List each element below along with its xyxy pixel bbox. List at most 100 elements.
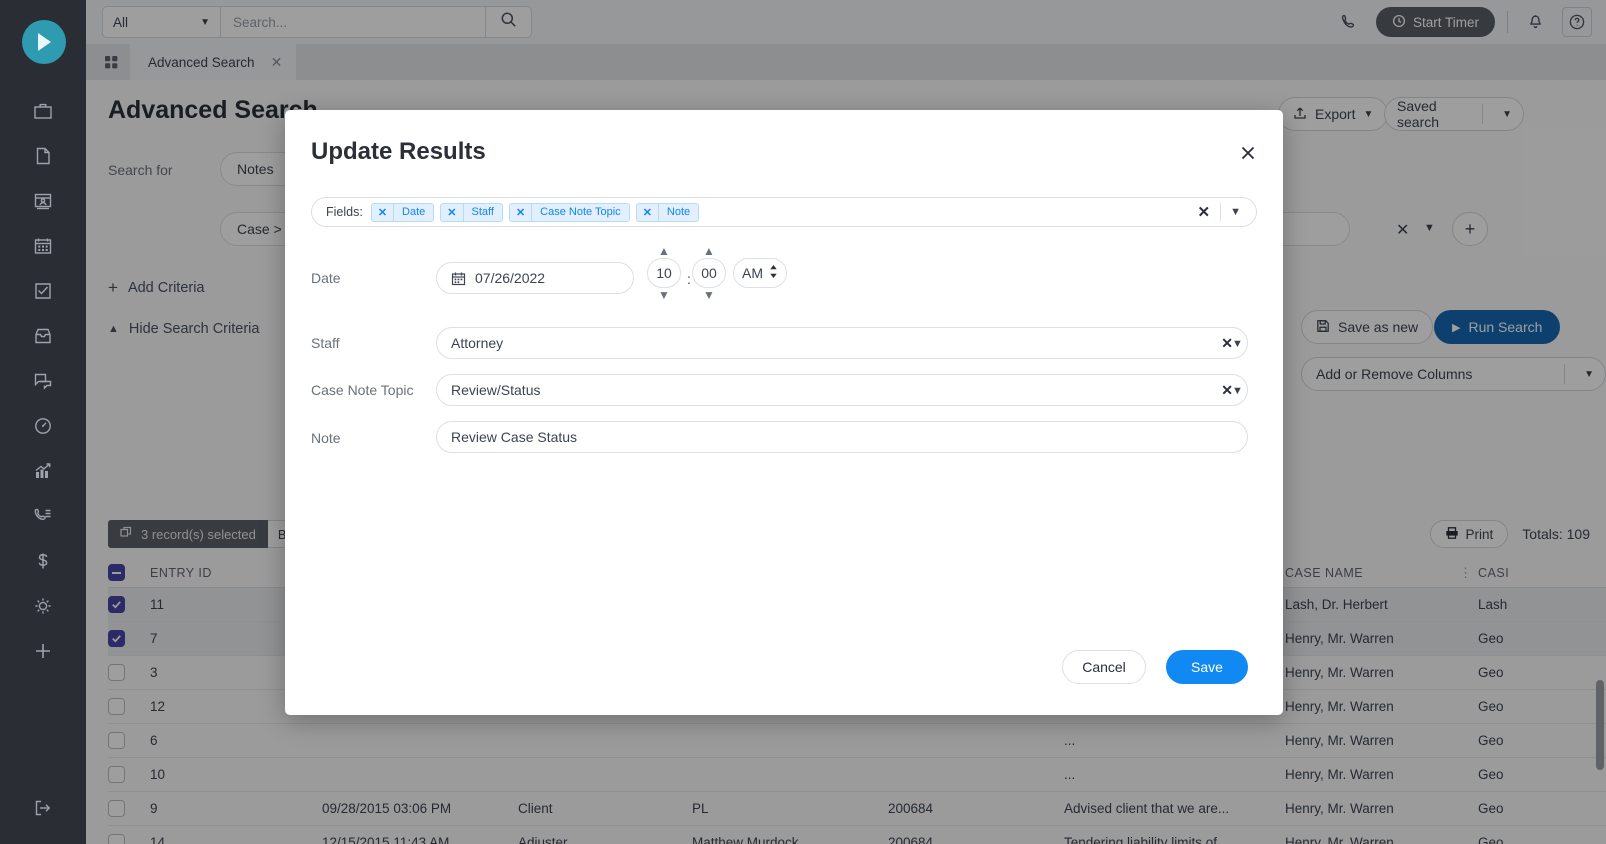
close-icon[interactable]: ✕ xyxy=(510,203,533,221)
field-chip[interactable]: ✕ Staff xyxy=(440,202,503,222)
plus-icon: + xyxy=(1464,218,1476,239)
field-chip[interactable]: ✕ Date xyxy=(370,202,435,222)
row-checkbox[interactable] xyxy=(108,766,125,783)
phone-icon[interactable] xyxy=(1334,7,1364,37)
column-header-casi[interactable]: CASI xyxy=(1478,566,1598,580)
grid-apps-icon[interactable] xyxy=(92,44,130,80)
fields-label: Fields: xyxy=(326,205,363,219)
sidebar-item-inbox[interactable] xyxy=(0,313,86,358)
cancel-button[interactable]: Cancel xyxy=(1062,650,1146,684)
column-menu-icon[interactable]: ⋮ xyxy=(1453,565,1478,581)
save-as-new-label: Save as new xyxy=(1338,319,1419,335)
save-as-new-button[interactable]: Save as new xyxy=(1301,310,1434,344)
hour-stepper[interactable]: ▲ 10 ▼ xyxy=(647,244,681,302)
add-remove-columns-button[interactable]: Add or Remove Columns ▼ xyxy=(1301,357,1606,391)
cell-entry-id: 14 xyxy=(150,835,166,844)
modal-title: Update Results xyxy=(311,138,486,165)
row-checkbox[interactable] xyxy=(108,800,125,817)
global-search: All ▼ xyxy=(102,6,532,38)
hide-search-criteria-button[interactable]: ▲ Hide Search Criteria xyxy=(108,321,259,337)
fields-clear-icon[interactable]: ✕ xyxy=(1188,203,1221,221)
search-button[interactable] xyxy=(485,7,531,37)
fields-selector[interactable]: Fields: ✕ Date ✕ Staff ✕ Case Note Topic ✕ Note… xyxy=(311,197,1257,227)
cell-case-name: Lash, Dr. Herbert xyxy=(1285,597,1388,612)
staff-select[interactable]: Attorney ✕ xyxy=(436,327,1248,359)
save-button[interactable]: Save xyxy=(1166,650,1248,684)
sidebar-item-tasks[interactable] xyxy=(0,268,86,313)
column-header-case-name[interactable]: CASE NAME xyxy=(1285,566,1453,580)
sidebar-item-dashboard[interactable] xyxy=(0,403,86,448)
close-icon[interactable] xyxy=(1235,140,1261,166)
chevron-down-icon[interactable]: ▼ xyxy=(692,288,726,302)
row-checkbox[interactable] xyxy=(108,596,125,613)
field-chip[interactable]: ✕ Case Note Topic xyxy=(508,202,630,222)
sidebar-item-cases[interactable] xyxy=(0,88,86,133)
case-note-topic-select[interactable]: Review/Status ✕ xyxy=(436,374,1248,406)
logout-icon[interactable] xyxy=(0,788,86,828)
table-scrollbar[interactable] xyxy=(1596,680,1604,770)
chevron-down-icon[interactable]: ▼ xyxy=(1232,385,1243,397)
date-label: Date xyxy=(311,270,341,286)
table-row[interactable]: 14 12/15/2015 11:43 AM Adjuster Matthew Mur… xyxy=(108,826,1606,844)
saved-search-button[interactable]: Saved search ▼ xyxy=(1384,97,1524,131)
cell-casi: Geo xyxy=(1478,631,1504,646)
export-button[interactable]: Export ▼ xyxy=(1278,97,1389,131)
chevron-down-icon[interactable]: ▼ xyxy=(1232,338,1243,350)
chevron-down-icon[interactable]: ▼ xyxy=(647,288,681,302)
table-row[interactable]: 6...⋮Henry, Mr. Warren⋮Geo xyxy=(108,724,1606,758)
note-input[interactable]: Review Case Status xyxy=(436,421,1248,453)
row-checkbox[interactable] xyxy=(108,698,125,715)
date-input[interactable]: 07/26/2022 xyxy=(436,262,634,294)
select-all-checkbox-cell xyxy=(108,564,150,581)
run-search-button[interactable]: ▶ Run Search xyxy=(1434,310,1561,344)
row-checkbox[interactable] xyxy=(108,732,125,749)
sidebar-item-contacts[interactable] xyxy=(0,178,86,223)
close-icon[interactable]: ✕ xyxy=(271,54,283,71)
cell-casi: Geo xyxy=(1478,733,1504,748)
app-logo[interactable] xyxy=(22,20,66,64)
search-input[interactable] xyxy=(221,7,485,37)
help-circle-icon[interactable] xyxy=(1562,7,1592,37)
minute-value[interactable]: 00 xyxy=(692,258,726,288)
field-chip[interactable]: ✕ Note xyxy=(635,202,700,222)
tab-label: Advanced Search xyxy=(148,54,255,70)
sidebar-item-reports[interactable] xyxy=(0,448,86,493)
search-scope-select[interactable]: All ▼ xyxy=(103,7,221,37)
note-label: Note xyxy=(311,430,341,446)
sidebar-item-documents[interactable] xyxy=(0,133,86,178)
sidebar-item-messages[interactable] xyxy=(0,358,86,403)
sidebar-item-calls[interactable] xyxy=(0,493,86,538)
start-timer-button[interactable]: Start Timer xyxy=(1375,7,1495,37)
close-icon[interactable]: ✕ xyxy=(441,203,464,221)
add-criteria-plus-button[interactable]: + xyxy=(1452,212,1488,246)
chevron-up-icon[interactable]: ▲ xyxy=(692,244,726,258)
add-criteria-button[interactable]: + Add Criteria xyxy=(108,278,205,298)
bell-icon[interactable] xyxy=(1520,7,1550,37)
cell-staff-name: Matthew Murdock xyxy=(692,835,799,844)
select-all-checkbox[interactable] xyxy=(108,564,125,581)
table-row[interactable]: 9 09/28/2015 03:06 PM Client PL 200684 Advise… xyxy=(108,792,1606,826)
chevron-up-icon[interactable]: ▲ xyxy=(647,244,681,258)
table-row[interactable]: 10...⋮Henry, Mr. Warren⋮Geo xyxy=(108,758,1606,792)
close-icon[interactable]: ✕ xyxy=(372,203,395,221)
note-value: Review Case Status xyxy=(451,429,578,445)
row-checkbox-cell xyxy=(108,630,150,647)
minute-stepper[interactable]: ▲ 00 ▼ xyxy=(692,244,726,302)
chevron-down-icon[interactable]: ▼ xyxy=(1221,206,1250,218)
print-button[interactable]: Print xyxy=(1429,520,1509,548)
criteria-caret-icon[interactable]: ▼ xyxy=(1424,222,1435,234)
cell-case-name: Henry, Mr. Warren xyxy=(1285,835,1394,844)
sidebar-item-calendar[interactable] xyxy=(0,223,86,268)
chevron-down-icon: ▼ xyxy=(200,16,210,28)
criteria-clear-icon[interactable]: ✕ xyxy=(1396,220,1409,240)
meridiem-select[interactable]: AM xyxy=(733,258,787,288)
tab-advanced-search[interactable]: Advanced Search ✕ xyxy=(130,44,297,80)
row-checkbox[interactable] xyxy=(108,834,125,844)
sidebar-item-billing[interactable] xyxy=(0,538,86,583)
row-checkbox[interactable] xyxy=(108,664,125,681)
row-checkbox[interactable] xyxy=(108,630,125,647)
hour-value[interactable]: 10 xyxy=(647,258,681,288)
sidebar-item-add[interactable] xyxy=(0,628,86,673)
close-icon[interactable]: ✕ xyxy=(637,203,659,221)
sidebar-item-settings[interactable] xyxy=(0,583,86,628)
